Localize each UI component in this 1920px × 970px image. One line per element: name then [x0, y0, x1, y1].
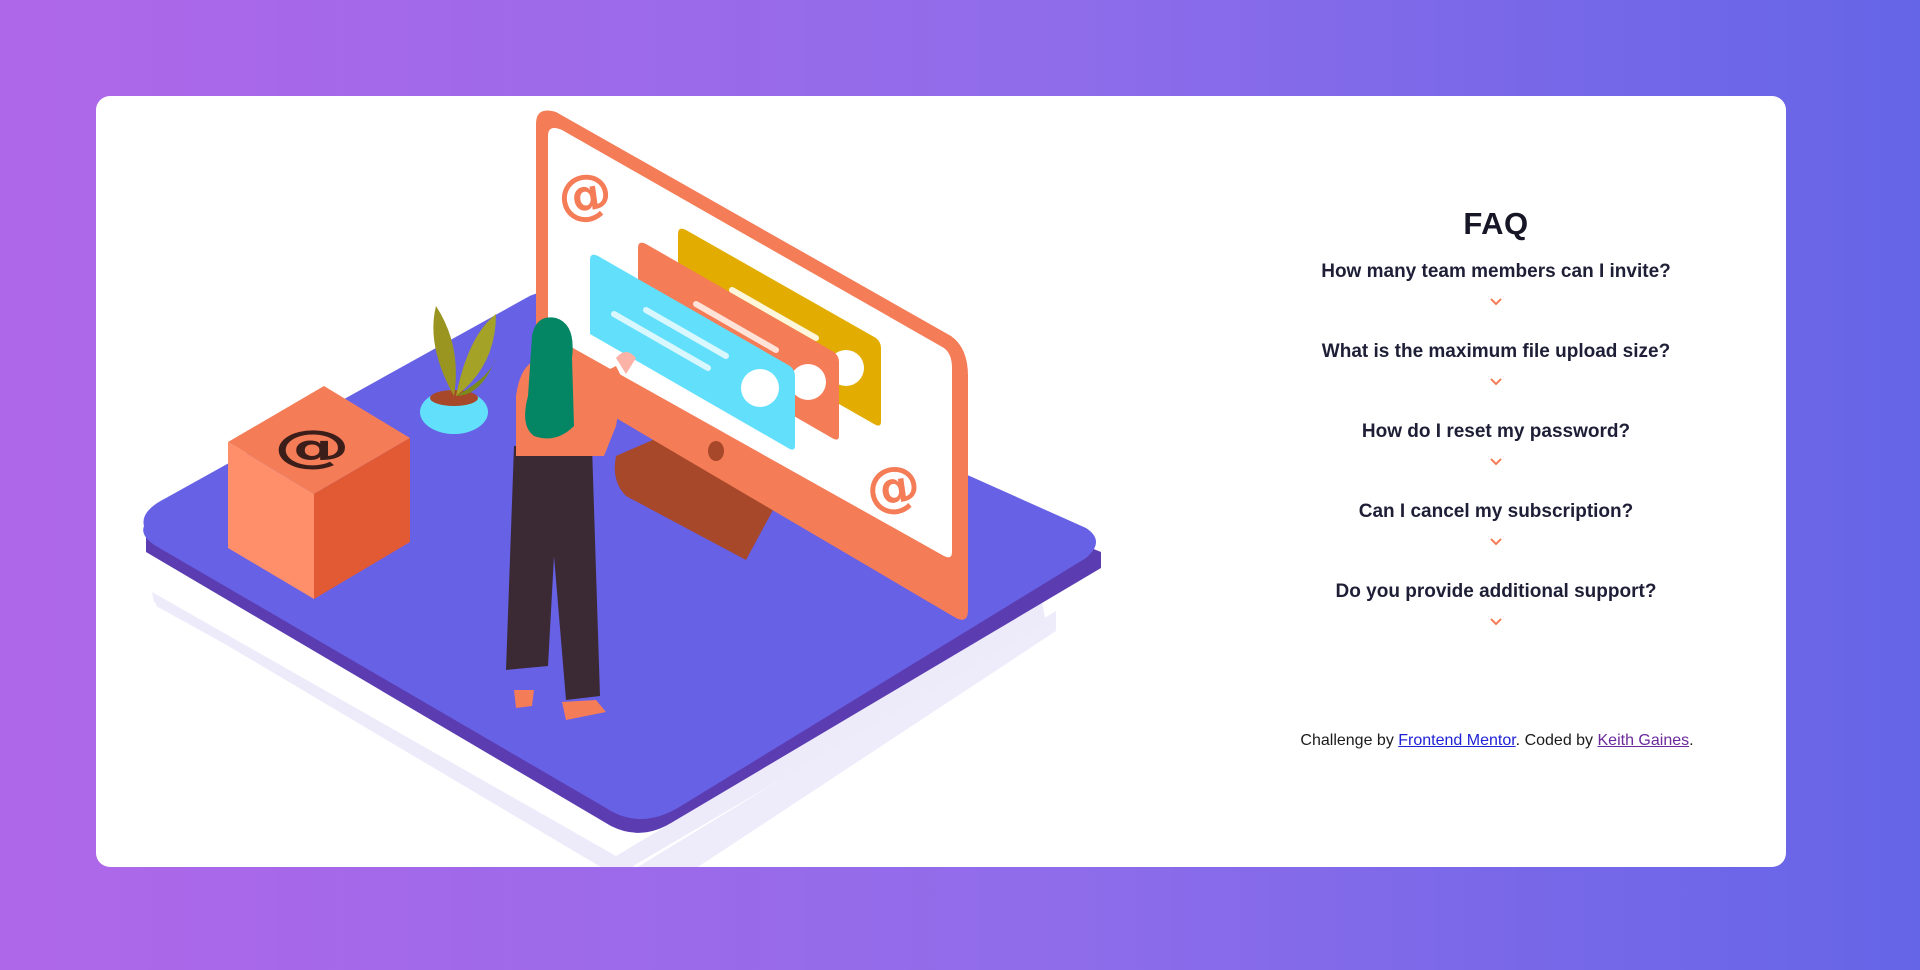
monitor-button: [708, 441, 724, 461]
email-card-cyan-dot: [741, 369, 779, 407]
faq-card: @ @ @ FAQ How many team members can I in…: [96, 96, 1786, 867]
at-icon-screen-top: @: [554, 159, 616, 229]
author-link[interactable]: Keith Gaines: [1598, 732, 1690, 749]
attribution-middle: . Coded by: [1515, 732, 1598, 749]
faq-item[interactable]: How many team members can I invite?: [1226, 258, 1766, 338]
chevron-down-icon[interactable]: [1490, 298, 1502, 306]
email-card-orange-dot: [790, 364, 826, 400]
faq-question[interactable]: Do you provide additional support?: [1226, 578, 1766, 604]
frontend-mentor-link[interactable]: Frontend Mentor: [1398, 732, 1515, 749]
faq-title: FAQ: [1463, 206, 1529, 241]
faq-item[interactable]: How do I reset my password?: [1226, 418, 1766, 498]
attribution-prefix: Challenge by: [1300, 732, 1399, 749]
faq-item[interactable]: What is the maximum file upload size?: [1226, 338, 1766, 418]
faq-item[interactable]: Do you provide additional support?: [1226, 578, 1766, 658]
faq-question[interactable]: How many team members can I invite?: [1226, 258, 1766, 284]
faq-item[interactable]: Can I cancel my subscription?: [1226, 498, 1766, 578]
faq-question[interactable]: Can I cancel my subscription?: [1226, 498, 1766, 524]
at-icon-box: @: [274, 420, 351, 472]
faq-question[interactable]: What is the maximum file upload size?: [1226, 338, 1766, 364]
chevron-down-icon[interactable]: [1490, 378, 1502, 386]
attribution: Challenge by Frontend Mentor. Coded by K…: [1202, 732, 1786, 750]
at-icon-screen-bottom: @: [862, 452, 924, 522]
chevron-down-icon[interactable]: [1490, 618, 1502, 626]
chevron-down-icon[interactable]: [1490, 458, 1502, 466]
person-hair: [525, 317, 574, 439]
illustration: @ @ @: [143, 110, 1101, 867]
chevron-down-icon[interactable]: [1490, 538, 1502, 546]
faq-question[interactable]: How do I reset my password?: [1226, 418, 1766, 444]
faq-section: FAQ How many team members can I invite? …: [1226, 206, 1766, 658]
attribution-suffix: .: [1689, 732, 1694, 749]
